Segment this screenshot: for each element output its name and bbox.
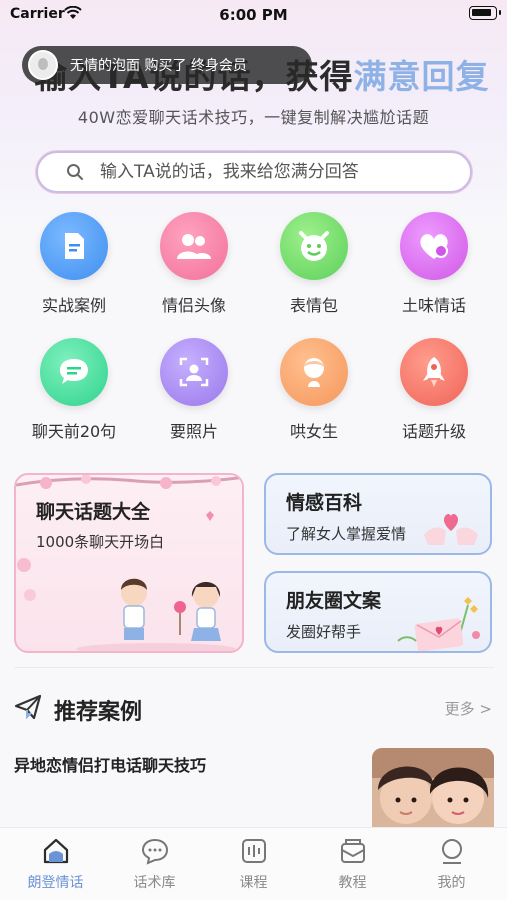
toast-text: 无情的泡面 购买了 终身会员 <box>70 58 247 74</box>
heart-icon <box>400 212 468 280</box>
hero-title-accent: 满意回复 <box>353 57 490 96</box>
section-title: 推荐案例 <box>54 700 143 725</box>
paper-plane-icon <box>14 694 42 720</box>
document-icon <box>40 212 108 280</box>
grid-label: 要照片 <box>169 422 218 441</box>
letter-flower-illustration <box>397 597 480 651</box>
recommend-header: 推荐案例 更多 > <box>14 690 494 726</box>
grid-item-comfort-girl[interactable]: 哄女生 <box>254 338 374 452</box>
tab-tutorials[interactable]: 教程 <box>307 828 399 900</box>
feature-grid: 实战案例 情侣头像 表情包 土味情话 聊天前20句 要照片 哄女生 话题升级 <box>14 212 494 452</box>
toast-avatar <box>28 50 58 80</box>
status-time: 6:00 PM <box>219 6 288 24</box>
article-thumbnail[interactable] <box>372 748 494 830</box>
moments-card-subtitle: 发圈好帮手 <box>286 623 362 641</box>
purchase-toast: 无情的泡面 购买了 终身会员 <box>22 46 312 84</box>
topics-card-title: 聊天话题大全 <box>36 501 151 523</box>
grid-item-stickers[interactable]: 表情包 <box>254 212 374 326</box>
grid-label: 表情包 <box>289 296 338 315</box>
tab-home[interactable]: 朗登情话 <box>10 828 102 900</box>
grid-item-topic-upgrade[interactable]: 话题升级 <box>374 338 494 452</box>
grid-label: 土味情话 <box>401 296 466 315</box>
emotion-card-subtitle: 了解女人掌握爱情 <box>286 525 407 543</box>
tab-profile[interactable]: 我的 <box>406 828 498 900</box>
bottom-tab-bar: 朗登情话 话术库 课程 教程 我的 <box>0 827 507 900</box>
tab-label: 课程 <box>239 875 268 891</box>
hand-heart-illustration <box>424 513 478 545</box>
tab-scripts[interactable]: 话术库 <box>109 828 201 900</box>
tab-label: 我的 <box>437 875 466 891</box>
grid-label: 哄女生 <box>289 422 338 441</box>
emotion-card-title: 情感百科 <box>286 492 363 514</box>
grid-label: 情侣头像 <box>161 296 226 315</box>
tab-label: 朗登情话 <box>27 875 84 891</box>
section-divider <box>14 667 494 668</box>
grid-label: 话题升级 <box>401 422 466 441</box>
girl-icon <box>280 338 348 406</box>
grid-item-couple-avatar[interactable]: 情侣头像 <box>134 212 254 326</box>
grid-item-ask-photo[interactable]: 要照片 <box>134 338 254 452</box>
course-icon <box>241 839 266 863</box>
tab-courses[interactable]: 课程 <box>208 828 300 900</box>
rocket-icon <box>400 338 468 406</box>
grid-label: 实战案例 <box>41 296 106 315</box>
topics-card[interactable]: 聊天话题大全 1000条聊天开场白 <box>14 473 244 653</box>
grid-item-cases[interactable]: 实战案例 <box>14 212 134 326</box>
more-link[interactable]: 更多 > <box>445 698 492 719</box>
search-bar[interactable] <box>36 151 472 193</box>
grid-label: 聊天前20句 <box>31 422 117 441</box>
article-title[interactable]: 异地恋情侣打电话聊天技巧 <box>14 752 206 776</box>
profile-icon <box>441 839 462 864</box>
chat-bubble-icon <box>40 338 108 406</box>
tab-label: 教程 <box>338 875 367 891</box>
tutorial-icon <box>340 839 365 863</box>
status-bar: Carrier 6:00 PM <box>0 0 507 30</box>
hero-subtitle: 40W恋爱聊天话术技巧，一键复制解决尴尬话题 <box>77 108 430 127</box>
grid-item-first-20[interactable]: 聊天前20句 <box>14 338 134 452</box>
moments-card[interactable]: 朋友圈文案 发圈好帮手 <box>264 571 492 653</box>
topics-card-subtitle: 1000条聊天开场白 <box>36 533 165 551</box>
search-icon <box>67 164 83 180</box>
devil-face-icon <box>280 212 348 280</box>
tab-label: 话术库 <box>133 875 176 891</box>
home-icon <box>43 838 68 864</box>
chat-icon <box>141 838 168 865</box>
search-input[interactable] <box>100 162 460 182</box>
couple-photo <box>372 748 494 830</box>
photo-icon <box>160 338 228 406</box>
grid-item-love-quotes[interactable]: 土味情话 <box>374 212 494 326</box>
moments-card-title: 朋友圈文案 <box>286 590 382 612</box>
couple-icon <box>160 212 228 280</box>
battery-icon <box>469 6 501 20</box>
emotion-card[interactable]: 情感百科 了解女人掌握爱情 <box>264 473 492 555</box>
